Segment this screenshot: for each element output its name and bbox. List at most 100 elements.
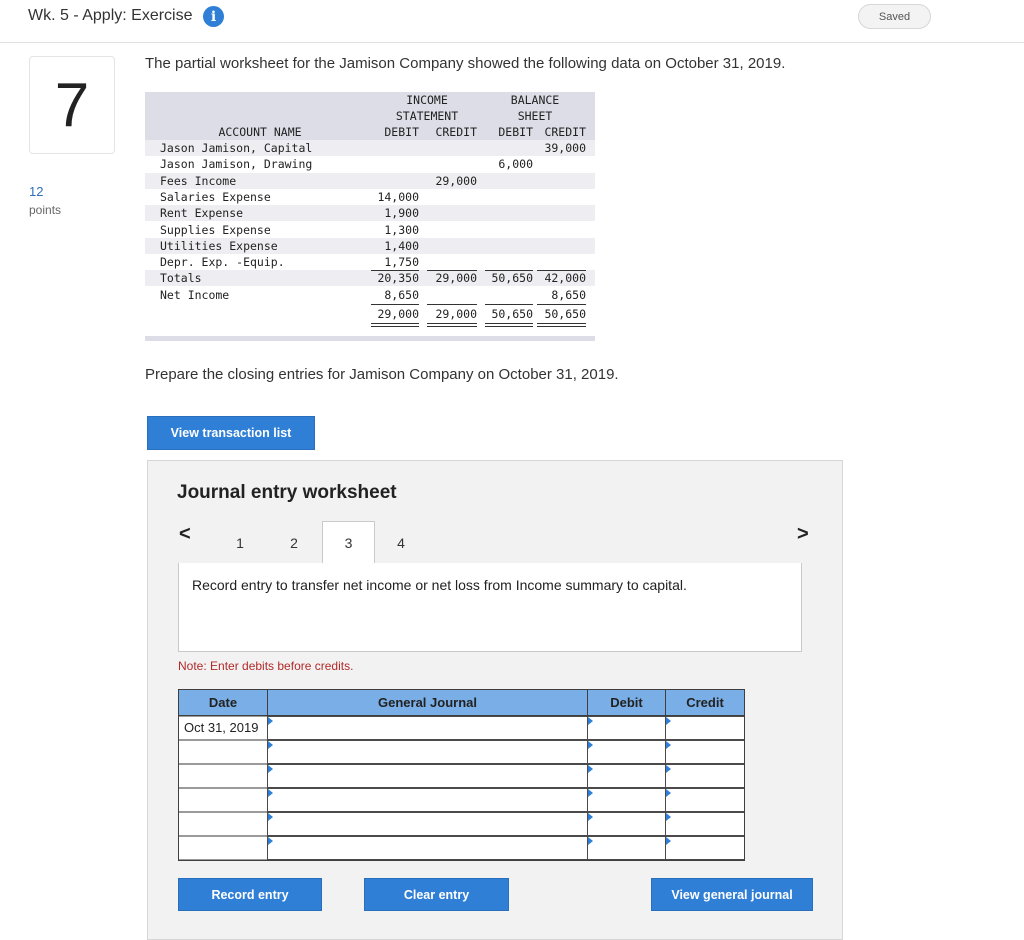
page-title: Wk. 5 - Apply: Exercise	[28, 7, 193, 24]
worksheet-row: 29,000 29,000 50,650 50,650	[145, 306, 595, 322]
sum-rule-line	[485, 270, 533, 272]
worksheet-row: Jason Jamison, Capital 39,000	[145, 140, 595, 156]
record-entry-button[interactable]: Record entry	[178, 878, 322, 911]
worksheet-row: Totals 20,350 29,000 50,650 42,000	[145, 270, 595, 287]
saved-status-badge: Saved	[858, 4, 931, 29]
sum-rule-line	[371, 270, 419, 272]
worksheet-row: Utilities Expense 1,400	[145, 237, 595, 254]
amount-bs-cr: 42,000	[544, 271, 586, 286]
account-input[interactable]	[267, 740, 588, 764]
account-name: Totals	[160, 271, 202, 286]
tab-3[interactable]: 3	[322, 521, 375, 564]
amount-is-dr: 1,900	[384, 206, 419, 221]
account-input[interactable]	[267, 764, 588, 788]
amount-is-cr: 29,000	[435, 271, 477, 286]
column-header-date: Date	[178, 689, 268, 716]
header-bs-credit: CREDIT	[544, 125, 586, 139]
amount-bs-dr: 50,650	[491, 271, 533, 286]
date-cell	[178, 788, 268, 812]
view-transaction-list-button[interactable]: View transaction list	[147, 416, 315, 450]
sum-rule-line	[485, 304, 533, 305]
amount-is-dr: 14,000	[377, 189, 419, 204]
points-value: 12	[29, 184, 44, 199]
double-rule-line	[427, 323, 477, 325]
credit-input[interactable]	[665, 740, 745, 764]
partial-worksheet-table: INCOME STATEMENT BALANCE SHEET ACCOUNT N…	[145, 92, 595, 342]
debit-input[interactable]	[587, 716, 666, 740]
date-cell: Oct 31, 2019	[178, 716, 268, 740]
debit-input[interactable]	[587, 764, 666, 788]
entry-date	[179, 744, 184, 759]
header-account-name: ACCOUNT NAME	[218, 125, 302, 139]
tab-2[interactable]: 2	[268, 521, 320, 564]
entry-date: Oct 31, 2019	[184, 720, 259, 735]
tab-1[interactable]: 1	[214, 521, 266, 564]
amount-is-cr: 29,000	[435, 307, 477, 321]
chevron-right-icon[interactable]: >	[797, 523, 809, 546]
clear-entry-button[interactable]: Clear entry	[364, 878, 509, 911]
account-input[interactable]	[267, 716, 588, 740]
worksheet-row: Depr. Exp. -Equip. 1,750	[145, 254, 595, 270]
account-input[interactable]	[267, 812, 588, 836]
amount-is-dr: 29,000	[377, 307, 419, 321]
task-instruction: Prepare the closing entries for Jamison …	[145, 366, 619, 383]
date-cell	[178, 836, 268, 860]
entry-date	[179, 792, 184, 807]
column-header-credit: Credit	[665, 689, 745, 716]
amount-bs-dr: 6,000	[498, 157, 533, 172]
worksheet-bottom-bar	[145, 336, 595, 341]
date-cell	[178, 764, 268, 788]
credit-input[interactable]	[665, 788, 745, 812]
amount-is-dr: 20,350	[377, 271, 419, 286]
amount-is-cr: 29,000	[435, 173, 477, 188]
sum-rule-line	[537, 270, 586, 272]
amount-is-dr: 1,300	[384, 222, 419, 237]
amount-is-dr: 8,650	[384, 287, 419, 302]
entry-note: Note: Enter debits before credits.	[178, 659, 354, 673]
amount-bs-cr: 50,650	[544, 307, 586, 321]
debit-input[interactable]	[587, 788, 666, 812]
account-name: Supplies Expense	[160, 222, 271, 237]
date-cell	[178, 812, 268, 836]
account-name: Jason Jamison, Capital	[160, 141, 313, 155]
account-name: Fees Income	[160, 173, 237, 188]
header-is-credit: CREDIT	[435, 125, 477, 139]
worksheet-row: Jason Jamison, Drawing 6,000	[145, 156, 595, 172]
account-input[interactable]	[267, 836, 588, 860]
account-name: Rent Expense	[160, 206, 244, 221]
question-number: 7	[29, 56, 115, 154]
chevron-left-icon[interactable]: <	[179, 523, 191, 546]
view-general-journal-button[interactable]: View general journal	[651, 878, 813, 911]
credit-input[interactable]	[665, 764, 745, 788]
account-name: Salaries Expense	[160, 189, 271, 204]
credit-input[interactable]	[665, 812, 745, 836]
debit-input[interactable]	[587, 740, 666, 764]
double-rule-line	[537, 326, 586, 328]
column-header-debit: Debit	[587, 689, 666, 716]
credit-input[interactable]	[665, 836, 745, 860]
double-rule-line	[485, 323, 533, 325]
debit-input[interactable]	[587, 812, 666, 836]
credit-input[interactable]	[665, 716, 745, 740]
debit-input[interactable]	[587, 836, 666, 860]
tab-4[interactable]: 4	[375, 521, 427, 564]
sum-rule-line	[427, 270, 477, 272]
points-label: points	[29, 203, 62, 217]
worksheet-row: Net Income 8,650 8,650	[145, 287, 595, 303]
account-input[interactable]	[267, 788, 588, 812]
double-rule-line	[537, 323, 586, 325]
worksheet-row: Salaries Expense 14,000	[145, 189, 595, 205]
worksheet-row: Fees Income 29,000	[145, 172, 595, 189]
question-intro: The partial worksheet for the Jamison Co…	[145, 55, 786, 72]
double-rule-line	[427, 326, 477, 328]
info-icon[interactable]: i	[203, 6, 224, 27]
header-is-debit: DEBIT	[384, 125, 419, 139]
account-name: Jason Jamison, Drawing	[160, 157, 313, 172]
amount-bs-cr: 8,650	[551, 287, 586, 302]
double-rule-line	[485, 326, 533, 328]
account-name: Net Income	[160, 287, 230, 302]
header-statement: STATEMENT	[395, 109, 459, 123]
amount-is-dr: 1,750	[384, 255, 419, 270]
header-income: INCOME	[406, 93, 448, 107]
account-name: Depr. Exp. -Equip.	[160, 255, 285, 270]
